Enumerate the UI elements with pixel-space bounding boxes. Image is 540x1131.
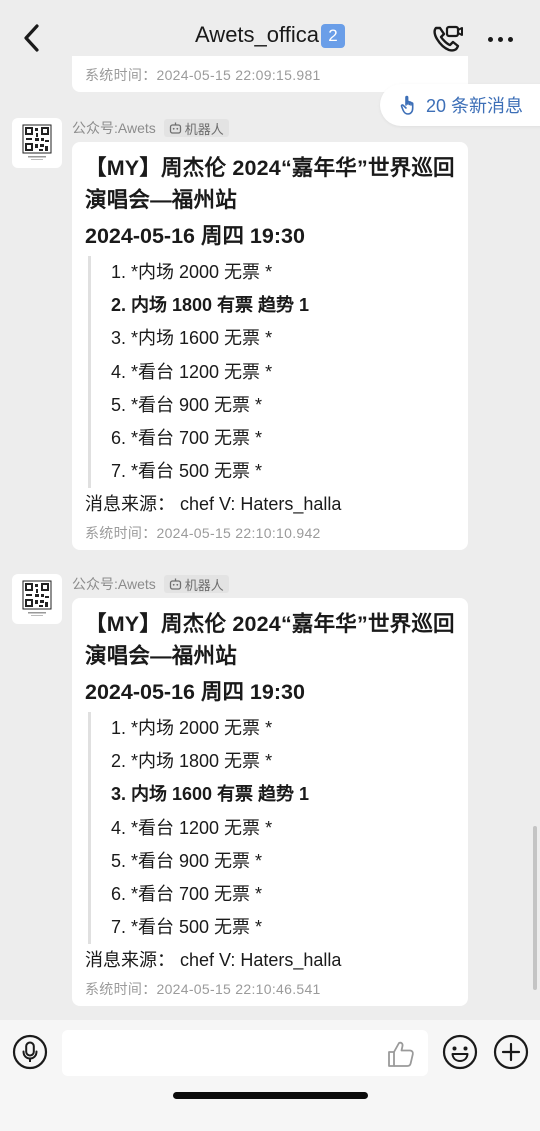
qr-code-avatar-icon (22, 124, 52, 160)
voice-button[interactable] (12, 1034, 48, 1070)
chat-title-text: Awets_offica (195, 22, 319, 47)
input-bar (0, 1020, 540, 1131)
ticket-item: 7. *看台 500 无票 * (111, 917, 263, 938)
title-badge: 2 (320, 24, 345, 48)
scrollbar[interactable] (533, 826, 537, 990)
system-time: 系统时间：2024-05-15 22:10:46.541 (85, 981, 321, 998)
sender-name: 公众号:Awets (72, 576, 156, 592)
ticket-item: 6. *看台 700 无票 * (111, 428, 263, 449)
qr-code-avatar-icon (22, 580, 52, 616)
robot-icon (169, 578, 181, 590)
avatar[interactable] (12, 574, 62, 624)
sender-info: 公众号:Awets 机器人 (72, 574, 229, 594)
message-source: 消息来源： chef V: Haters_halla (85, 494, 342, 515)
emoji-button[interactable] (442, 1034, 478, 1070)
more-dots-icon (487, 36, 493, 42)
bot-tag: 机器人 (163, 575, 229, 593)
ticket-list: 1. *内场 2000 无票 * 2. 内场 1800 有票 趋势 1 3. *… (88, 256, 455, 489)
avatar[interactable] (12, 118, 62, 168)
bot-tag-label: 机器人 (184, 121, 224, 137)
message-source: 消息来源： chef V: Haters_halla (85, 950, 342, 971)
ticket-item: 4. *看台 1200 无票 * (111, 361, 273, 382)
ticket-item-available: 3. 内场 1600 有票 趋势 1 (111, 784, 310, 805)
sender-name: 公众号:Awets (72, 120, 156, 136)
like-button[interactable] (386, 1040, 416, 1068)
system-time: 系统时间：2024-05-15 22:09:15.981 (85, 67, 321, 83)
concert-date: 2024-05-16 周四 19:30 (85, 680, 305, 704)
ticket-item: 5. *看台 900 无票 * (111, 394, 263, 415)
ticket-list: 1. *内场 2000 无票 * 2. *内场 1800 无票 * 3. 内场 … (88, 712, 455, 945)
new-messages-label: 20 条新消息 (426, 96, 524, 116)
plus-icon (493, 1034, 529, 1070)
thumbs-up-icon (388, 1041, 414, 1067)
message-input[interactable] (62, 1030, 428, 1076)
concert-title: 【MY】周杰伦 2024“嘉年华”世界巡回演唱会—福州站 (85, 612, 455, 668)
smiley-icon (442, 1034, 478, 1070)
ticket-item: 2. *内场 1800 无票 * (111, 751, 273, 772)
bot-tag: 机器人 (163, 119, 229, 137)
concert-date: 2024-05-16 周四 19:30 (85, 224, 305, 248)
bot-tag-label: 机器人 (184, 577, 224, 593)
ticket-item: 3. *内场 1600 无票 * (111, 328, 273, 349)
message-bubble[interactable]: 【MY】周杰伦 2024“嘉年华”世界巡回演唱会—福州站 2024-05-16 … (72, 598, 468, 1006)
new-messages-button[interactable]: 20 条新消息 (380, 84, 540, 126)
ticket-item: 1. *内场 2000 无票 * (111, 262, 273, 282)
home-indicator[interactable] (173, 1092, 368, 1099)
microphone-icon (12, 1034, 48, 1070)
message-bubble[interactable]: 【MY】周杰伦 2024“嘉年华”世界巡回演唱会—福州站 2024-05-16 … (72, 142, 468, 550)
ticket-item: 1. *内场 2000 无票 * (111, 718, 273, 738)
ticket-item: 4. *看台 1200 无票 * (111, 817, 273, 838)
concert-title: 【MY】周杰伦 2024“嘉年华”世界巡回演唱会—福州站 (85, 156, 455, 212)
pointing-hand-icon (400, 95, 414, 115)
video-call-icon (433, 25, 463, 52)
system-time: 系统时间：2024-05-15 22:10:10.942 (85, 525, 321, 542)
sender-info: 公众号:Awets 机器人 (72, 118, 229, 138)
ticket-item: 5. *看台 900 无票 * (111, 850, 263, 871)
plus-button[interactable] (493, 1034, 529, 1070)
more-button[interactable] (480, 22, 520, 56)
robot-icon (169, 122, 181, 134)
ticket-item-available: 2. 内场 1800 有票 趋势 1 (111, 295, 310, 316)
ticket-item: 7. *看台 500 无票 * (111, 461, 263, 482)
ticket-item: 6. *看台 700 无票 * (111, 884, 263, 905)
video-call-button[interactable] (430, 22, 464, 56)
